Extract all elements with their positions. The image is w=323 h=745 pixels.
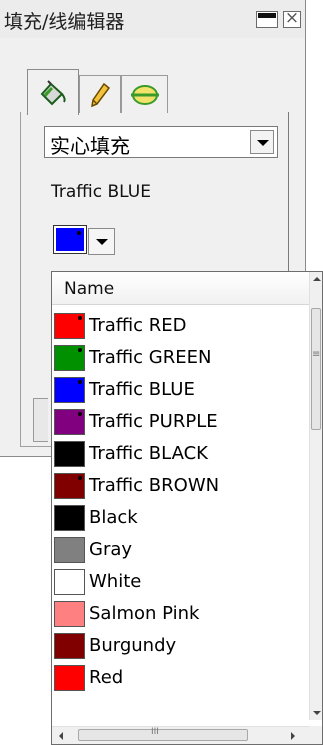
list-item[interactable]: Traffic PURPLE (52, 406, 311, 438)
minimize-button[interactable] (256, 11, 278, 28)
color-label: Traffic BROWN (89, 475, 220, 496)
tab-pen[interactable] (79, 75, 121, 113)
color-dropdown-list: Name Traffic RED Traffic GREEN Traffic BLU… (51, 271, 323, 745)
tab-line-style[interactable] (121, 75, 168, 113)
color-label: Red (89, 667, 124, 688)
name-column-header: Name (64, 279, 115, 299)
horizontal-scroll-thumb[interactable] (78, 727, 248, 741)
color-swatch (54, 345, 85, 371)
color-rows: Traffic RED Traffic GREEN Traffic BLUE Traf… (52, 310, 311, 694)
color-label: Gray (89, 539, 133, 560)
color-swatch-button[interactable] (53, 225, 87, 254)
color-label: Traffic RED (89, 315, 187, 336)
color-label: Black (89, 507, 138, 528)
color-dropdown-button[interactable] (88, 228, 115, 255)
color-swatch (54, 505, 85, 531)
scroll-left-icon[interactable] (54, 727, 70, 744)
color-swatch (54, 633, 85, 659)
list-item[interactable]: Black (52, 502, 311, 534)
color-label: Traffic GREEN (89, 347, 212, 368)
scroll-up-icon[interactable] (310, 272, 322, 286)
scroll-right-icon[interactable] (285, 727, 301, 744)
color-swatch (54, 601, 85, 627)
list-item[interactable]: Traffic GREEN (52, 342, 311, 374)
list-item[interactable]: Traffic RED (52, 310, 311, 342)
list-item[interactable]: Traffic BLACK (52, 438, 311, 470)
vertical-scrollbar[interactable] (309, 272, 322, 720)
window-title: 填充/线编辑器 (4, 11, 125, 33)
color-swatch (54, 313, 85, 339)
horizontal-scrollbar[interactable] (52, 726, 311, 744)
list-item[interactable]: Red (52, 662, 311, 694)
scrollbar-corner (309, 726, 322, 744)
color-swatch (54, 665, 85, 691)
color-swatch (54, 441, 85, 467)
color-label: Traffic BLACK (89, 443, 208, 464)
current-color-name: Traffic BLUE (51, 182, 151, 202)
color-label: Burgundy (89, 635, 177, 656)
color-label: White (89, 571, 142, 592)
list-item[interactable]: Burgundy (52, 630, 311, 662)
color-swatch (54, 569, 85, 595)
list-item[interactable]: White (52, 566, 311, 598)
pencil-icon (91, 82, 111, 107)
list-item[interactable]: Traffic BROWN (52, 470, 311, 502)
color-swatch (54, 473, 85, 499)
fill-type-value: 实心填充 (50, 134, 130, 158)
color-label: Salmon Pink (89, 603, 200, 624)
vertical-scroll-thumb[interactable] (311, 308, 321, 430)
list-item[interactable]: Traffic BLUE (52, 374, 311, 406)
list-item[interactable]: Gray (52, 534, 311, 566)
color-label: Traffic BLUE (89, 379, 195, 400)
tab-fill[interactable] (27, 69, 79, 115)
chevron-down-icon[interactable] (250, 130, 274, 154)
fill-type-select[interactable]: 实心填充 (44, 126, 278, 158)
line-style-icon (130, 84, 159, 105)
color-label: Traffic PURPLE (89, 411, 218, 432)
color-swatch (54, 409, 85, 435)
color-swatch (54, 537, 85, 563)
paint-bucket-icon (40, 79, 66, 105)
panel-side-tab (33, 398, 48, 442)
current-color-swatch (56, 228, 84, 251)
color-swatch (54, 377, 85, 403)
list-item[interactable]: Salmon Pink (52, 598, 311, 630)
title-bar[interactable]: 填充/线编辑器 (0, 0, 305, 38)
scroll-down-icon[interactable] (310, 706, 322, 720)
list-header[interactable]: Name (52, 272, 311, 305)
close-button[interactable] (283, 8, 301, 28)
